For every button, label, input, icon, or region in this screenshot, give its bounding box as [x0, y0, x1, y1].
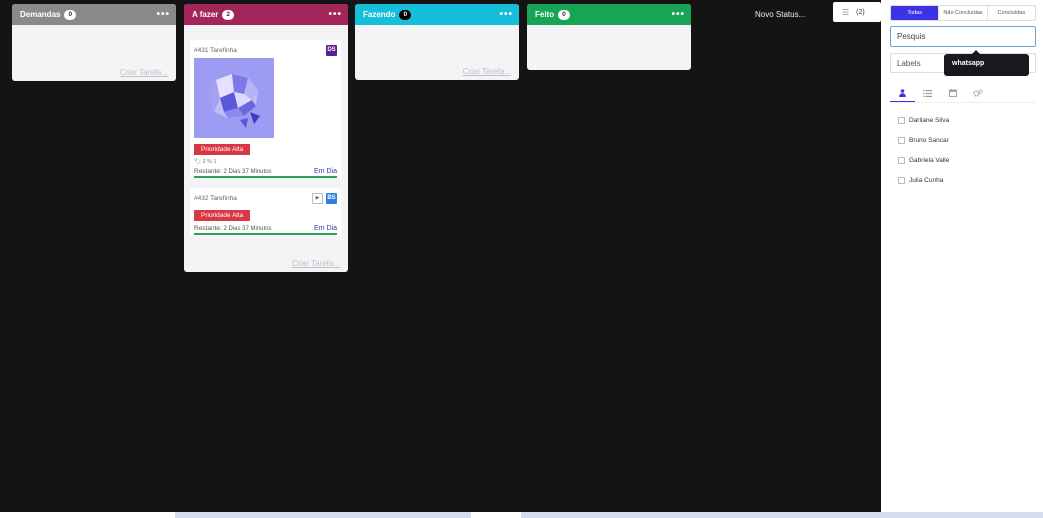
icon-tabs — [890, 84, 1036, 103]
count-badge: 0 — [64, 9, 77, 20]
task-meta-text: 3 % 1 — [202, 159, 217, 165]
task-card[interactable]: #431 Tarefinha DS Prioridade Alta 🏷 3 % … — [190, 40, 341, 178]
column-menu-button[interactable]: ••• — [328, 9, 342, 19]
side-panel: Todas Não Concluídas Concluídas Labels w… — [881, 0, 1043, 512]
column-menu-button[interactable]: ••• — [156, 9, 170, 19]
create-task-link[interactable]: Criar Tarefa... — [463, 67, 511, 76]
checkbox[interactable] — [898, 116, 905, 124]
list-item[interactable]: Gabriela Valle — [898, 150, 949, 170]
taskbar-strip — [0, 512, 1043, 518]
search-input[interactable] — [890, 26, 1036, 47]
user-name: Darliane Silva — [909, 116, 950, 124]
filter-tab-nao-concluidas[interactable]: Não Concluídas — [939, 6, 988, 20]
column-header: Feito 0 ••• — [527, 4, 691, 25]
filter-tab-concluidas[interactable]: Concluídas — [988, 6, 1035, 20]
task-meta: 🏷 3 % 1 — [194, 159, 337, 165]
filter-tab-todas[interactable]: Todas — [891, 6, 940, 20]
tooltip: whatsapp — [944, 50, 1029, 76]
column-title: Fazendo — [363, 10, 396, 19]
status-label: Em Dia — [314, 168, 337, 175]
progress-fill — [194, 176, 337, 178]
create-task-link[interactable]: Criar Tarefa... — [292, 259, 340, 268]
task-cover-image — [194, 58, 274, 138]
panel-toggle-tab[interactable]: ☰ (2) — [833, 2, 881, 22]
count-badge: 2 — [222, 9, 235, 20]
progress-bar — [194, 233, 337, 235]
progress-fill — [194, 233, 337, 235]
gears-icon[interactable] — [965, 84, 990, 102]
create-task-link[interactable]: Criar Tarefa... — [120, 68, 168, 77]
column-fazendo: Fazendo 0 ••• Criar Tarefa... — [355, 4, 519, 80]
column-a-fazer: A fazer 2 ••• #431 Tarefinha DS Priorida… — [184, 4, 348, 272]
priority-badge: Prioridade Alta — [194, 144, 251, 155]
calendar-icon[interactable] — [940, 84, 965, 102]
user-name: Gabriela Valle — [909, 156, 950, 164]
column-header: A fazer 2 ••• — [184, 4, 348, 25]
remaining-time: Restante: 2 Dias 37 Minutos — [194, 168, 272, 175]
user-name: Julia Cunha — [909, 176, 944, 184]
column-menu-button[interactable]: ••• — [671, 9, 685, 19]
user-list: Darliane Silva Bruno Sancar Gabriela Val… — [898, 110, 949, 190]
checkbox[interactable] — [898, 176, 905, 184]
checkbox[interactable] — [898, 136, 905, 144]
column-header: Demandas 0 ••• — [12, 4, 176, 25]
task-card[interactable]: #432 Tarefinha ▶ BS Prioridade Alta Rest… — [190, 188, 341, 236]
new-status-button[interactable]: Novo Status... — [755, 10, 805, 19]
user-icon[interactable] — [890, 84, 915, 102]
list-icon[interactable] — [915, 84, 940, 102]
count-badge: 0 — [399, 9, 412, 20]
list-item[interactable]: Darliane Silva — [898, 110, 949, 130]
column-demandas: Demandas 0 ••• Criar Tarefa... — [12, 4, 176, 81]
status-label: Em Dia — [314, 225, 337, 232]
progress-bar — [194, 176, 337, 178]
column-feito: Feito 0 ••• — [527, 4, 691, 70]
checkbox[interactable] — [898, 156, 905, 164]
count-badge: 0 — [558, 9, 570, 20]
column-menu-button[interactable]: ••• — [499, 9, 513, 19]
avatar[interactable]: BS — [326, 192, 337, 204]
column-header: Fazendo 0 ••• — [355, 4, 519, 25]
column-title: A fazer — [192, 10, 219, 19]
list-item[interactable]: Bruno Sancar — [898, 130, 949, 150]
hamburger-icon: ☰ — [842, 7, 850, 17]
user-name: Bruno Sancar — [909, 136, 949, 144]
task-id: #431 Tarefinha — [194, 46, 237, 54]
list-item[interactable]: Julia Cunha — [898, 170, 949, 190]
panel-count: (2) — [856, 8, 865, 16]
column-title: Demandas — [20, 10, 61, 19]
column-title: Feito — [535, 10, 555, 19]
play-button[interactable]: ▶ — [312, 192, 323, 204]
tag-icon: 🏷 — [194, 159, 201, 165]
remaining-time: Restante: 2 Dias 37 Minutos — [194, 225, 272, 232]
task-id: #432 Tarefinha — [194, 194, 237, 202]
priority-badge: Prioridade Alta — [194, 210, 251, 221]
filter-tabs: Todas Não Concluídas Concluídas — [890, 5, 1036, 21]
avatar[interactable]: DS — [326, 44, 337, 56]
